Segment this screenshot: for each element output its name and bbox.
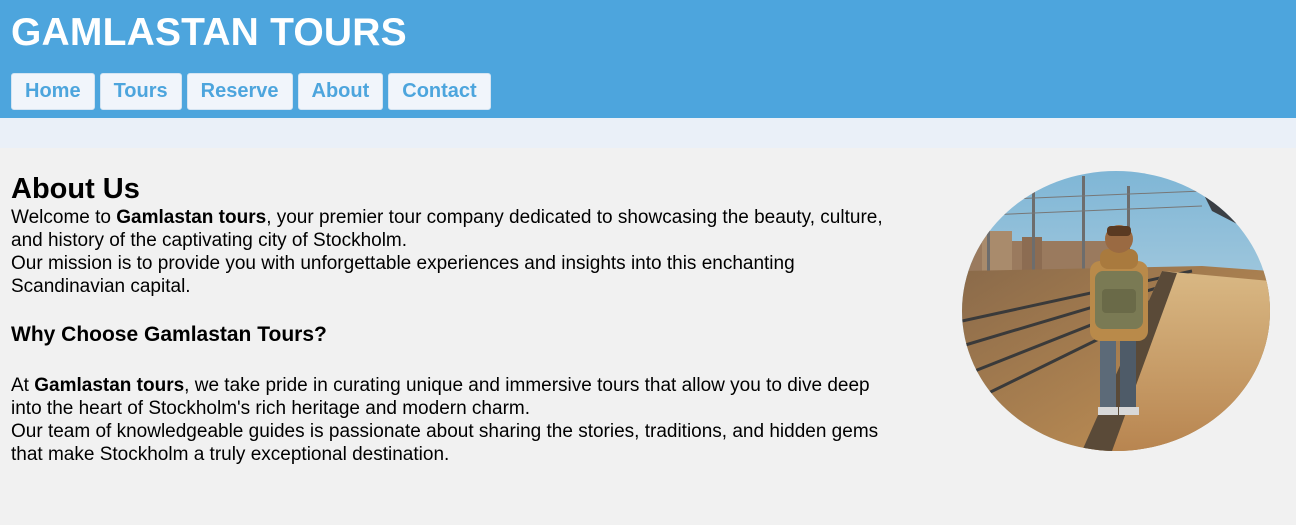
nav-contact-button[interactable]: Contact	[388, 73, 491, 110]
traveler-photo	[962, 171, 1270, 451]
about-section: About Us Welcome to Gamlastan tours, you…	[11, 172, 891, 466]
why-paragraph: At Gamlastan tours, we take pride in cur…	[11, 374, 891, 420]
team-paragraph: Our team of knowledgeable guides is pass…	[11, 421, 879, 465]
site-header: GAMLASTAN TOURS Home Tours Reserve About…	[0, 0, 1296, 118]
nav-home-button[interactable]: Home	[11, 73, 95, 110]
mission-paragraph: Our mission is to provide you with unfor…	[11, 253, 795, 297]
site-title: GAMLASTAN TOURS	[11, 11, 407, 54]
nav-about-button[interactable]: About	[297, 73, 384, 110]
why-heading: Why Choose Gamlastan Tours?	[11, 323, 327, 346]
intro-brand: Gamlastan tours	[116, 207, 267, 228]
sub-header-bar	[0, 118, 1296, 148]
nav-reserve-button[interactable]: Reserve	[186, 73, 293, 110]
about-heading: About Us	[11, 173, 140, 205]
main-nav: Home Tours Reserve About Contact	[11, 73, 491, 110]
traveler-photo-art	[962, 171, 1270, 451]
why-prefix: At	[11, 375, 35, 396]
why-brand: Gamlastan tours	[34, 375, 185, 396]
nav-tours-button[interactable]: Tours	[99, 73, 182, 110]
intro-paragraph: Welcome to Gamlastan tours, your premier…	[11, 206, 891, 252]
intro-prefix: Welcome to	[11, 207, 117, 228]
